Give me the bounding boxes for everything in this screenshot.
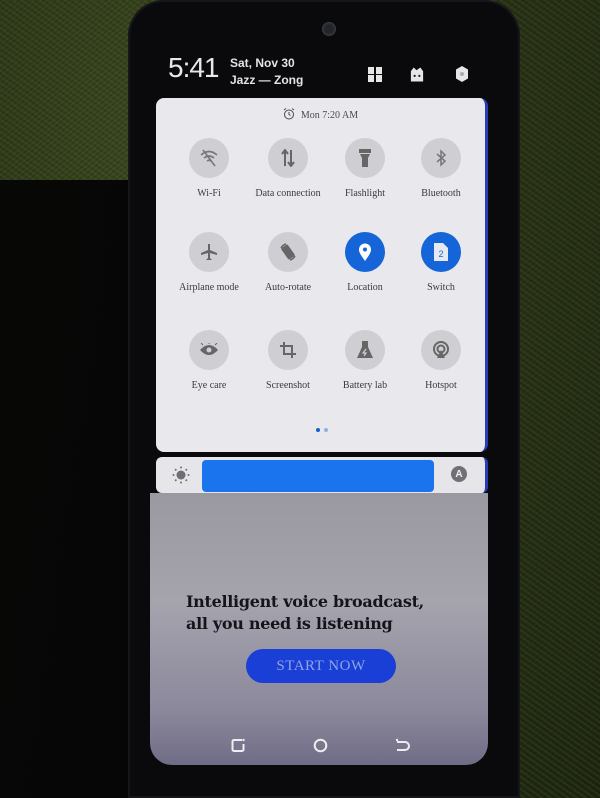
tile-label: Flashlight — [344, 188, 385, 199]
tile-bluetooth[interactable]: Bluetooth — [406, 138, 476, 200]
front-camera — [322, 22, 336, 36]
page-indicator — [316, 428, 328, 432]
date-carrier-block: Sat, Nov 30 Jazz — Zong — [230, 55, 303, 89]
tile-hotspot[interactable]: Hotspot — [406, 330, 476, 392]
tile-battery-lab[interactable]: Battery lab — [330, 330, 400, 392]
tile-wifi[interactable]: Wi-Fi — [174, 138, 244, 200]
clock: 5:41 — [168, 52, 219, 83]
tile-label: Location — [347, 282, 383, 293]
settings-icon[interactable] — [454, 66, 470, 82]
tile-sim-switch[interactable]: 2 Switch — [406, 232, 476, 294]
start-now-button[interactable]: START NOW — [246, 649, 396, 683]
bluetooth-icon — [421, 138, 461, 178]
page-dot-active[interactable] — [316, 428, 320, 432]
brightness-sun-icon — [172, 466, 190, 489]
tile-label: Hotspot — [425, 380, 457, 391]
brightness-slider[interactable] — [202, 460, 434, 492]
alarm-time: Mon 7:20 AM — [300, 110, 359, 121]
carrier-label: Jazz — Zong — [230, 73, 304, 87]
tile-screenshot[interactable]: Screenshot — [253, 330, 323, 392]
alarm-clock-icon — [283, 108, 295, 123]
tile-label: Auto-rotate — [264, 282, 312, 293]
auto-rotate-icon — [268, 232, 308, 272]
data-arrows-icon — [268, 138, 308, 178]
tile-label: Wi-Fi — [197, 188, 221, 199]
brightness-bar: A — [156, 457, 488, 493]
tile-airplane-mode[interactable]: Airplane mode — [174, 232, 244, 294]
next-alarm[interactable]: Mon 7:20 AM — [156, 108, 485, 123]
home-icon[interactable] — [311, 736, 329, 754]
airplane-icon — [189, 232, 229, 272]
tile-label: Data connection — [255, 188, 321, 199]
auto-brightness-toggle[interactable]: A — [451, 466, 467, 482]
location-pin-icon — [345, 232, 385, 272]
promo-headline: Intelligent voice broadcast, all you nee… — [186, 591, 424, 635]
tile-data-connection[interactable]: Data connection — [253, 138, 323, 200]
promo-line-2: all you need is listening — [186, 614, 393, 633]
tile-eye-care[interactable]: Eye care — [174, 330, 244, 392]
sim-badge: 2 — [438, 249, 443, 259]
tile-label: Bluetooth — [421, 188, 461, 199]
promo-line-1: Intelligent voice broadcast, — [186, 592, 424, 611]
flashlight-icon — [345, 138, 385, 178]
date-label: Sat, Nov 30 — [230, 56, 295, 70]
tile-label: Battery lab — [342, 380, 388, 391]
tile-label: Switch — [427, 282, 455, 293]
wifi-off-icon — [189, 138, 229, 178]
tile-auto-rotate[interactable]: Auto-rotate — [253, 232, 323, 294]
back-icon[interactable] — [393, 736, 411, 754]
tile-label: Airplane mode — [179, 282, 239, 293]
flask-icon — [345, 330, 385, 370]
tile-location[interactable]: Location — [330, 232, 400, 294]
tile-label: Eye care — [191, 380, 227, 391]
recents-icon[interactable] — [229, 736, 247, 754]
crop-icon — [268, 330, 308, 370]
page-dot[interactable] — [324, 428, 328, 432]
tile-flashlight[interactable]: Flashlight — [330, 138, 400, 200]
eye-care-icon — [189, 330, 229, 370]
hotspot-icon — [421, 330, 461, 370]
sim-card-icon: 2 — [421, 232, 461, 272]
theme-icon[interactable] — [409, 66, 425, 82]
quick-settings-panel: Mon 7:20 AM Wi-Fi Data connection Flashl… — [156, 98, 488, 452]
split-screen-icon[interactable] — [367, 66, 383, 82]
tile-label: Screenshot — [266, 380, 310, 391]
